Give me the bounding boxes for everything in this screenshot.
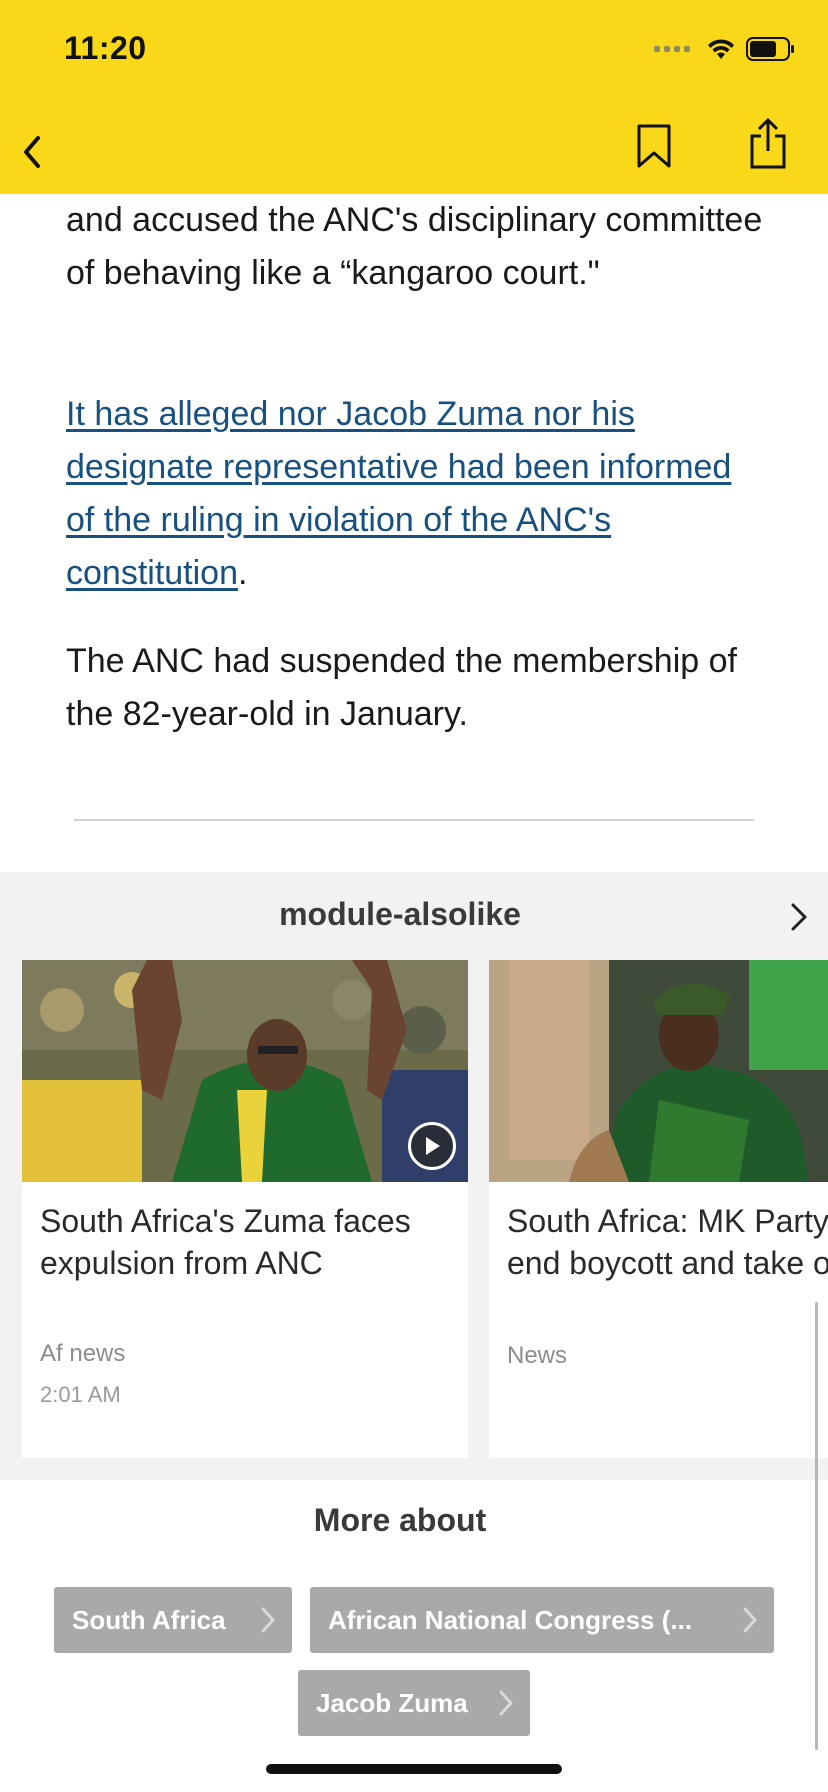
scrollbar[interactable] bbox=[815, 1302, 818, 1750]
article-paragraph: and accused the ANC's disciplinary commi… bbox=[66, 201, 763, 292]
article-paragraph-link: It has alleged nor Jacob Zuma nor his de… bbox=[66, 388, 766, 600]
story-time: 2:01 AM bbox=[40, 1382, 121, 1407]
tag-label: African National Congress (... bbox=[328, 1604, 693, 1635]
play-icon bbox=[426, 1137, 440, 1155]
tag-label: Jacob Zuma bbox=[316, 1687, 468, 1718]
bookmark-button[interactable] bbox=[630, 118, 678, 174]
story-image bbox=[489, 960, 828, 1182]
status-time: 11:20 bbox=[64, 30, 147, 66]
story-card[interactable]: South Africa: MK Party MPs end boycott a… bbox=[489, 960, 828, 1458]
chevron-right-icon[interactable] bbox=[784, 902, 814, 932]
bookmark-icon bbox=[637, 124, 671, 168]
topic-tag-south-africa[interactable]: South Africa bbox=[54, 1587, 292, 1653]
chevron-right-icon bbox=[743, 1607, 757, 1633]
article-period: . bbox=[238, 554, 248, 592]
share-button[interactable] bbox=[744, 114, 792, 174]
story-source: Af news bbox=[40, 1340, 126, 1367]
article-paragraph: The ANC had suspended the membership of … bbox=[66, 642, 737, 733]
chevron-right-icon bbox=[261, 1607, 275, 1633]
also-like-module: module-alsolike South Africa's Zuma face… bbox=[0, 872, 828, 1480]
story-title: South Africa: MK Party MPs end boycott a… bbox=[507, 1203, 828, 1281]
chevron-right-icon bbox=[499, 1690, 513, 1716]
story-title: South Africa's Zuma faces expulsion from… bbox=[40, 1203, 411, 1281]
cellular-signal-icon bbox=[654, 46, 690, 52]
tag-label: South Africa bbox=[72, 1604, 226, 1635]
home-indicator[interactable] bbox=[266, 1764, 562, 1774]
chevron-left-icon bbox=[24, 136, 40, 168]
topic-tag-jacob-zuma[interactable]: Jacob Zuma bbox=[298, 1670, 530, 1736]
share-icon bbox=[750, 118, 786, 169]
status-icons bbox=[654, 34, 796, 64]
story-image bbox=[22, 960, 468, 1182]
article-link[interactable]: It has alleged nor Jacob Zuma nor his de… bbox=[66, 395, 731, 592]
topic-tag-anc[interactable]: African National Congress (... bbox=[310, 1587, 774, 1653]
top-bar: 11:20 bbox=[0, 0, 828, 194]
story-card[interactable]: South Africa's Zuma faces expulsion from… bbox=[22, 960, 468, 1458]
play-video-button[interactable] bbox=[408, 1122, 456, 1170]
back-button[interactable] bbox=[10, 130, 54, 174]
story-source: News bbox=[507, 1342, 568, 1369]
wifi-icon bbox=[708, 39, 734, 59]
divider bbox=[74, 819, 754, 821]
module-title: module-alsolike bbox=[279, 896, 521, 932]
more-about-title: More about bbox=[313, 1502, 487, 1538]
battery-icon bbox=[746, 37, 794, 61]
